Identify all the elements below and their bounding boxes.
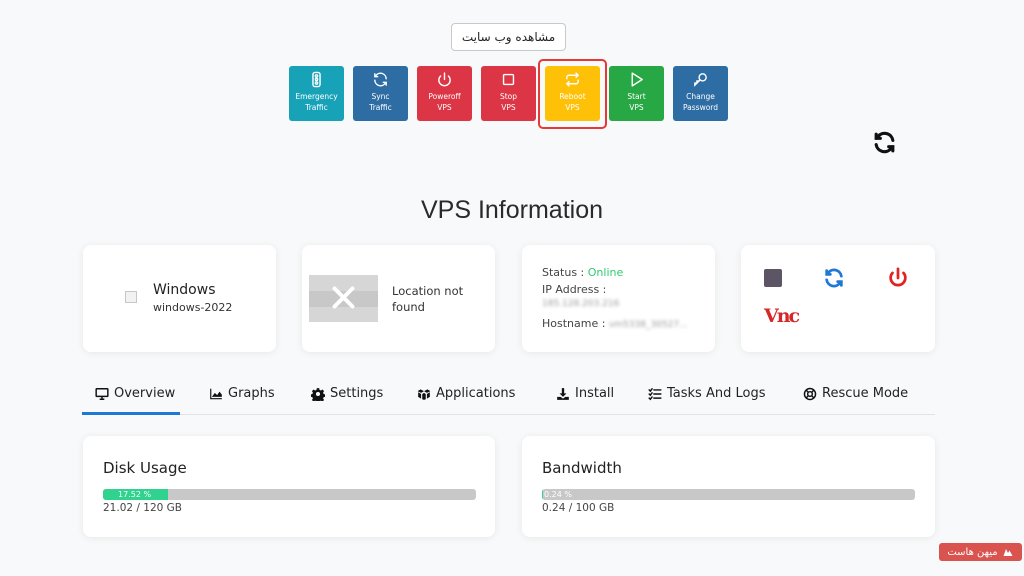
start-vps-label: Start VPS: [627, 92, 646, 112]
change-password-label: Change Password: [682, 92, 719, 112]
tab-overview-label: Overview: [114, 386, 176, 401]
emergency-traffic-label: Emergency Traffic: [295, 92, 338, 112]
tab-install-label: Install: [575, 386, 615, 401]
play-icon: [631, 72, 643, 87]
tab-applications[interactable]: Applications: [417, 386, 515, 401]
os-version: windows-2022: [153, 301, 233, 314]
tab-graphs[interactable]: Graphs: [209, 386, 275, 401]
status-label: Status :: [542, 266, 585, 279]
page-title: VPS Information: [420, 196, 604, 224]
stop-vps-button[interactable]: Stop VPS: [481, 66, 536, 121]
close-icon: [332, 286, 355, 309]
lifebuoy-icon: [803, 387, 817, 400]
tab-overview[interactable]: Overview: [95, 386, 175, 401]
poweroff-vps-button[interactable]: Poweroff VPS: [417, 66, 472, 121]
sync-traffic-button[interactable]: Sync Traffic: [353, 66, 408, 121]
disk-usage-bar-fill: 17.52 %: [103, 489, 169, 500]
tab-install[interactable]: Install: [556, 386, 614, 401]
tab-bar: Overview Graphs Settings Applications In…: [82, 377, 935, 415]
ip-address-label: IP Address :: [542, 283, 607, 296]
monitor-icon: [95, 387, 109, 400]
power-icon: [438, 72, 451, 87]
brand-watermark: میهن هاست: [939, 543, 1022, 561]
watermark-text: میهن هاست: [947, 546, 998, 558]
stop-vps-label: Stop VPS: [499, 92, 518, 112]
start-vps-button[interactable]: Start VPS: [609, 66, 664, 121]
disk-usage-amount: 21.02 / 120 GB: [103, 502, 182, 514]
refresh-control-icon[interactable]: [823, 267, 845, 289]
tasks-icon: [648, 387, 662, 400]
active-tab-indicator: [82, 412, 180, 415]
stop-control-button[interactable]: [762, 267, 784, 289]
os-card: Windows windows-2022: [83, 245, 276, 352]
vnc-console-button[interactable]: Vnc: [764, 303, 800, 329]
change-password-button[interactable]: Change Password: [673, 66, 728, 121]
location-card: Location not found: [302, 245, 495, 352]
status-value: Online: [587, 266, 624, 279]
bandwidth-title: Bandwidth: [542, 459, 622, 477]
status-row: Status : Online: [542, 266, 623, 279]
bandwidth-panel: Bandwidth 0.24 % 0.24 / 100 GB: [522, 436, 935, 537]
hostname-row: Hostname : vm5338_30527...: [542, 317, 688, 330]
view-website-button[interactable]: مشاهده وب سایت: [451, 23, 566, 51]
key-icon: [694, 73, 707, 87]
stop-icon: [502, 73, 515, 86]
location-text: Location not found: [392, 284, 464, 314]
bandwidth-amount: 0.24 / 100 GB: [542, 502, 615, 514]
hostname-value: vm5338_30527...: [608, 320, 688, 330]
stop-square-icon: [764, 269, 782, 287]
bandwidth-percent: 0.24 %: [544, 490, 572, 499]
server-info-card: Status : Online IP Address : 185.128.203…: [522, 245, 715, 352]
download-icon: [557, 387, 569, 400]
traffic-light-icon: [312, 71, 321, 88]
gear-icon: [311, 387, 325, 401]
brand-logo-icon: [1003, 549, 1013, 556]
area-chart-icon: [210, 388, 222, 399]
tab-rescue-mode-label: Rescue Mode: [822, 386, 909, 401]
power-control-icon[interactable]: [887, 267, 909, 289]
controls-card: Vnc: [741, 245, 935, 352]
ip-address-value: 185.128.203.216: [542, 299, 620, 309]
vnc-logo-text: Vnc: [764, 305, 800, 327]
location-placeholder-image: [309, 275, 378, 322]
refresh-icon[interactable]: [872, 130, 897, 155]
tab-graphs-label: Graphs: [228, 386, 275, 401]
tab-tasks-and-logs[interactable]: Tasks And Logs: [648, 386, 765, 401]
tab-rescue-mode[interactable]: Rescue Mode: [803, 386, 908, 401]
hostname-label: Hostname :: [542, 317, 606, 330]
boxes-icon: [417, 388, 431, 400]
reboot-highlight-frame: [538, 59, 607, 129]
vps-action-bar: Emergency Traffic Sync Traffic Poweroff …: [289, 66, 729, 122]
os-name: Windows: [153, 282, 216, 298]
bandwidth-bar: 0.24 %: [542, 489, 915, 500]
sync-icon: [374, 72, 387, 87]
disk-usage-bar: 17.52 %: [103, 489, 476, 500]
disk-usage-title: Disk Usage: [103, 459, 187, 477]
tab-settings[interactable]: Settings: [311, 386, 383, 401]
poweroff-vps-label: Poweroff VPS: [428, 92, 461, 112]
disk-usage-percent: 17.52 %: [118, 490, 152, 499]
os-logo-image: [125, 291, 137, 303]
tab-tasks-and-logs-label: Tasks And Logs: [667, 386, 766, 401]
disk-usage-panel: Disk Usage 17.52 % 21.02 / 120 GB: [83, 436, 495, 537]
tab-applications-label: Applications: [436, 386, 516, 401]
bandwidth-bar-fill: [542, 489, 544, 500]
emergency-traffic-button[interactable]: Emergency Traffic: [289, 66, 344, 121]
tab-settings-label: Settings: [330, 386, 384, 401]
sync-traffic-label: Sync Traffic: [369, 92, 392, 112]
